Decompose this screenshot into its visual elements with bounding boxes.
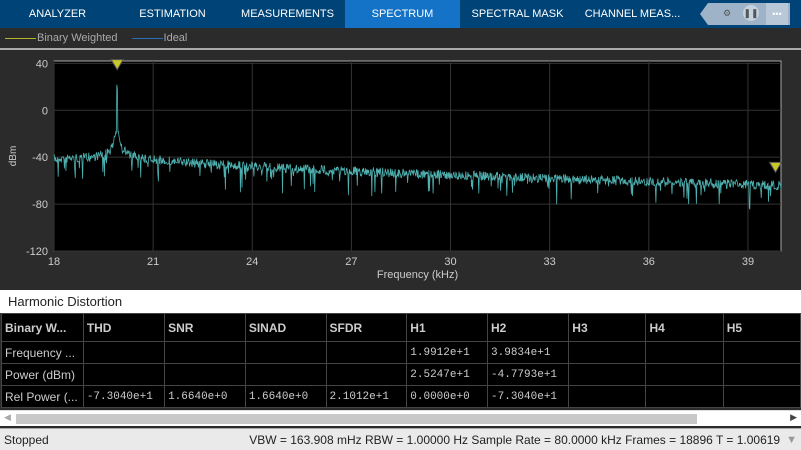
table-cell[interactable] bbox=[164, 341, 246, 364]
table-cell[interactable] bbox=[325, 341, 408, 364]
table-cell[interactable] bbox=[568, 385, 647, 408]
table-cell[interactable] bbox=[244, 341, 327, 364]
table-cell[interactable]: Binary W... bbox=[1, 313, 84, 342]
table-cell[interactable] bbox=[645, 363, 724, 386]
spectrum-chart[interactable]: 18 21 24 27 30 33 36 39 40 0 -40 -80 -120 Frequency (… bbox=[0, 52, 801, 289]
x-axis-label: Frequency (kHz) bbox=[377, 269, 458, 281]
table-cell[interactable] bbox=[164, 363, 246, 386]
table-cell[interactable]: 2.1012e+1 bbox=[325, 385, 408, 408]
x-tick-label: 39 bbox=[742, 256, 754, 268]
table-cell[interactable]: H4 bbox=[645, 313, 724, 342]
table-cell[interactable]: 1.6640e+0 bbox=[244, 385, 327, 408]
table-cell[interactable]: SFDR bbox=[325, 313, 408, 342]
table-cell[interactable] bbox=[722, 363, 801, 386]
more-options-icon[interactable]: ••• bbox=[766, 3, 788, 25]
table-cell[interactable] bbox=[82, 363, 166, 386]
y-axis-label: dBm bbox=[8, 146, 19, 167]
table-cell[interactable]: -7.3040e+1 bbox=[82, 385, 166, 408]
table-cell[interactable]: 1.6640e+0 bbox=[164, 385, 246, 408]
table-cell[interactable] bbox=[722, 385, 801, 408]
scroll-right-icon[interactable]: ▶ bbox=[790, 412, 797, 423]
x-tick-label: 27 bbox=[345, 256, 357, 268]
table-row: Frequency ... 1.9912e+1 3.9834e+1 bbox=[1, 341, 801, 364]
table-row: Rel Power (... -7.3040e+1 1.6640e+0 1.6640e… bbox=[1, 385, 801, 408]
table-cell[interactable]: Rel Power (... bbox=[1, 385, 84, 408]
y-tick-label: -120 bbox=[26, 246, 48, 258]
table-cell[interactable]: 2.5247e+1 bbox=[406, 363, 489, 386]
table-cell[interactable]: H5 bbox=[722, 313, 801, 342]
scrollbar-thumb[interactable] bbox=[16, 414, 697, 424]
table-cell[interactable]: SNR bbox=[164, 313, 246, 342]
legend-label: Ideal bbox=[163, 32, 188, 44]
spectrum-plot: 18 21 24 27 30 33 36 39 40 0 -40 -80 -120 Frequency (… bbox=[0, 52, 801, 289]
table-cell[interactable] bbox=[325, 363, 408, 386]
table-cell[interactable]: H3 bbox=[568, 313, 647, 342]
settings-icon[interactable]: ⚙ bbox=[719, 5, 735, 21]
status-info: VBW = 163.908 mHz RBW = 1.00000 Hz Sampl… bbox=[249, 432, 781, 447]
x-tick-label: 18 bbox=[48, 256, 60, 268]
table-cell[interactable]: 1.9912e+1 bbox=[406, 341, 489, 364]
harmonic-distortion-table: Binary W... THD SNR SINAD SFDR H1 H2 H3 H4 H5 Freq… bbox=[1, 313, 801, 408]
tab-measurements[interactable]: MEASUREMENTS bbox=[230, 0, 345, 28]
legend-item-binary-weighted[interactable]: Binary Weighted bbox=[5, 32, 118, 44]
scroll-left-icon[interactable]: ◀ bbox=[4, 412, 11, 423]
x-tick-label: 30 bbox=[444, 256, 456, 268]
y-tick-label: -80 bbox=[32, 199, 48, 211]
table-cell[interactable] bbox=[645, 385, 724, 408]
table-cell[interactable] bbox=[568, 363, 647, 386]
legend: Binary Weighted Ideal bbox=[0, 28, 801, 50]
y-tick-label: 0 bbox=[42, 105, 48, 117]
legend-label: Binary Weighted bbox=[37, 32, 118, 44]
tab-spectrum[interactable]: SPECTRUM bbox=[345, 0, 460, 28]
table-cell[interactable] bbox=[82, 341, 166, 364]
table-cell[interactable]: SINAD bbox=[244, 313, 327, 342]
table-cell[interactable] bbox=[568, 341, 647, 364]
table-cell[interactable]: H2 bbox=[487, 313, 570, 342]
x-tick-label: 33 bbox=[544, 256, 556, 268]
pause-icon[interactable]: ❚❚ bbox=[743, 5, 759, 21]
section-title: Harmonic Distortion bbox=[0, 290, 801, 313]
table-row: Binary W... THD SNR SINAD SFDR H1 H2 H3 H4 H5 bbox=[1, 313, 801, 342]
table-cell[interactable]: -7.3040e+1 bbox=[487, 385, 570, 408]
table-cell[interactable]: -4.7793e+1 bbox=[487, 363, 570, 386]
table-cell[interactable]: Frequency ... bbox=[1, 341, 84, 364]
legend-item-ideal[interactable]: Ideal bbox=[131, 32, 188, 44]
toolstrip-tabs: ANALYZER ESTIMATION MEASUREMENTS SPECTRU… bbox=[0, 0, 801, 28]
plot-area bbox=[53, 60, 782, 252]
tab-spectral-mask[interactable]: SPECTRAL MASK bbox=[460, 0, 575, 28]
status-state: Stopped bbox=[4, 432, 49, 447]
tab-estimation[interactable]: ESTIMATION bbox=[115, 0, 230, 28]
table-row: Power (dBm) 2.5247e+1 -4.7793e+1 bbox=[1, 363, 801, 386]
expand-status-icon[interactable]: ▼ bbox=[786, 434, 797, 446]
y-tick-label: 40 bbox=[36, 58, 48, 70]
tab-analyzer[interactable]: ANALYZER bbox=[0, 0, 115, 28]
x-tick-label: 21 bbox=[147, 256, 159, 268]
x-tick-label: 24 bbox=[246, 256, 258, 268]
tab-channel-measurements[interactable]: CHANNEL MEAS... bbox=[575, 0, 690, 28]
table-cell[interactable]: THD bbox=[82, 313, 166, 342]
table-cell[interactable]: H1 bbox=[406, 313, 489, 342]
x-tick-label: 36 bbox=[643, 256, 655, 268]
table-cell[interactable] bbox=[244, 363, 327, 386]
y-tick-label: -40 bbox=[32, 152, 48, 164]
table-cell[interactable] bbox=[722, 341, 801, 364]
horizontal-scrollbar[interactable]: ◀ ▶ bbox=[0, 410, 801, 426]
table-cell[interactable]: 0.0000e+0 bbox=[406, 385, 489, 408]
table-cell[interactable]: 3.9834e+1 bbox=[487, 341, 570, 364]
table-cell[interactable] bbox=[645, 341, 724, 364]
status-bar: Stopped VBW = 163.908 mHz RBW = 1.00000 … bbox=[0, 428, 801, 450]
table-cell[interactable]: Power (dBm) bbox=[1, 363, 84, 386]
